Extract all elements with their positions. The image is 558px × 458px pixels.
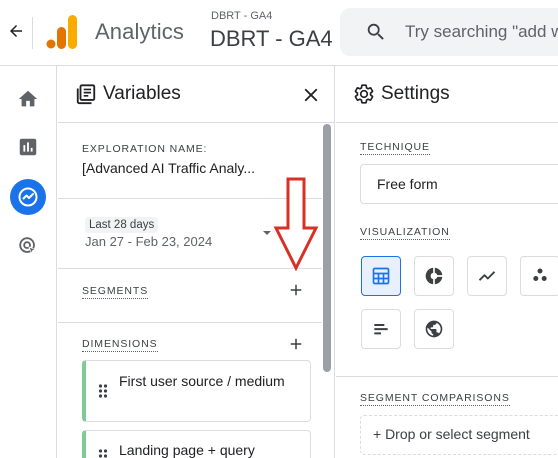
drag-handle-icon[interactable]	[98, 449, 108, 458]
viz-table-button[interactable]	[361, 256, 401, 296]
variables-panel: Variables EXPLORATION NAME: [Advanced AI…	[58, 66, 335, 458]
gear-icon	[354, 84, 374, 104]
bar-chart-icon	[374, 324, 388, 335]
variables-title: Variables	[103, 83, 181, 104]
plus-icon	[290, 338, 302, 350]
donut-chart-icon	[425, 267, 443, 285]
variables-scrollbar[interactable]	[323, 124, 331, 372]
dimension-label: Landing page + query	[119, 442, 255, 458]
advertising-icon	[19, 237, 37, 255]
visualization-label: VISUALIZATION	[360, 226, 450, 240]
home-icon	[18, 90, 38, 107]
drag-handle-icon[interactable]	[98, 384, 108, 398]
dimension-label: First user source / medium	[119, 373, 285, 389]
settings-title: Settings	[381, 83, 450, 104]
segments-label: SEGMENTS	[82, 285, 149, 299]
geo-map-icon	[425, 320, 443, 338]
back-button[interactable]	[4, 19, 28, 43]
variables-header: Variables	[58, 66, 334, 123]
line-chart-icon	[478, 271, 496, 281]
search-icon	[367, 23, 384, 40]
search-box[interactable]: Try searching "add w	[340, 8, 558, 56]
plus-icon	[290, 284, 302, 296]
scatter-chart-icon	[533, 268, 547, 281]
viz-donut-button[interactable]	[414, 256, 454, 296]
exploration-name-input[interactable]: [Advanced AI Traffic Analy...	[82, 160, 272, 176]
visualization-label-text: VISUALIZATION	[360, 226, 450, 240]
dimension-chip[interactable]: Landing page + query	[82, 430, 311, 458]
nav-explore[interactable]	[10, 179, 46, 215]
technique-label-text: TECHNIQUE	[360, 141, 430, 155]
segment-comparisons-label-text: SEGMENT COMPARISONS	[360, 392, 510, 406]
app-title: Analytics	[95, 19, 184, 44]
technique-select-value: Free form	[377, 176, 438, 192]
dimensions-label: DIMENSIONS	[82, 338, 158, 352]
section-divider	[58, 268, 322, 269]
account-name[interactable]: DBRT - GA4	[211, 10, 272, 22]
left-nav-rail	[0, 66, 57, 458]
section-divider	[58, 198, 322, 199]
segment-comparisons-label: SEGMENT COMPARISONS	[360, 392, 510, 406]
viz-geo-button[interactable]	[414, 309, 454, 349]
add-dimension-button[interactable]	[285, 333, 307, 355]
technique-label: TECHNIQUE	[360, 141, 430, 155]
nav-home[interactable]	[10, 81, 46, 117]
viz-line-button[interactable]	[467, 256, 507, 296]
search-input[interactable]: Try searching "add w	[405, 22, 558, 42]
explore-icon	[18, 187, 38, 207]
analytics-logo[interactable]	[46, 15, 78, 49]
viz-bar-button[interactable]	[361, 309, 401, 349]
section-divider	[58, 322, 322, 323]
segments-label-text: SEGMENTS	[82, 285, 149, 299]
header-divider	[32, 17, 33, 49]
close-icon[interactable]	[300, 84, 322, 106]
drop-segment-text: + Drop or select segment	[373, 426, 530, 442]
settings-panel: Settings TECHNIQUE Free form VISUALIZATI…	[336, 66, 558, 458]
segment-drop-zone[interactable]: + Drop or select segment	[360, 415, 558, 455]
property-name[interactable]: DBRT - GA4	[210, 26, 333, 52]
top-bar: Analytics DBRT - GA4 DBRT - GA4 Try sear…	[0, 0, 558, 66]
date-preset-chip[interactable]: Last 28 days	[85, 217, 159, 233]
exploration-name-label: EXPLORATION NAME:	[82, 143, 208, 155]
section-divider	[336, 376, 558, 377]
nav-reports[interactable]	[10, 129, 46, 165]
dimension-chip[interactable]: First user source / medium	[82, 360, 311, 422]
dropdown-caret-icon[interactable]	[262, 228, 272, 238]
viz-scatter-button[interactable]	[520, 256, 558, 296]
date-range-value[interactable]: Jan 27 - Feb 23, 2024	[85, 234, 212, 249]
add-segment-button[interactable]	[285, 279, 307, 301]
variables-list-icon	[76, 84, 96, 105]
technique-select[interactable]: Free form	[360, 164, 558, 204]
arrow-back-icon	[10, 25, 22, 37]
table-icon	[372, 267, 390, 285]
reports-icon	[19, 138, 37, 156]
dimensions-label-text: DIMENSIONS	[82, 338, 158, 352]
nav-advertising[interactable]	[10, 228, 46, 264]
settings-header: Settings	[336, 66, 558, 123]
